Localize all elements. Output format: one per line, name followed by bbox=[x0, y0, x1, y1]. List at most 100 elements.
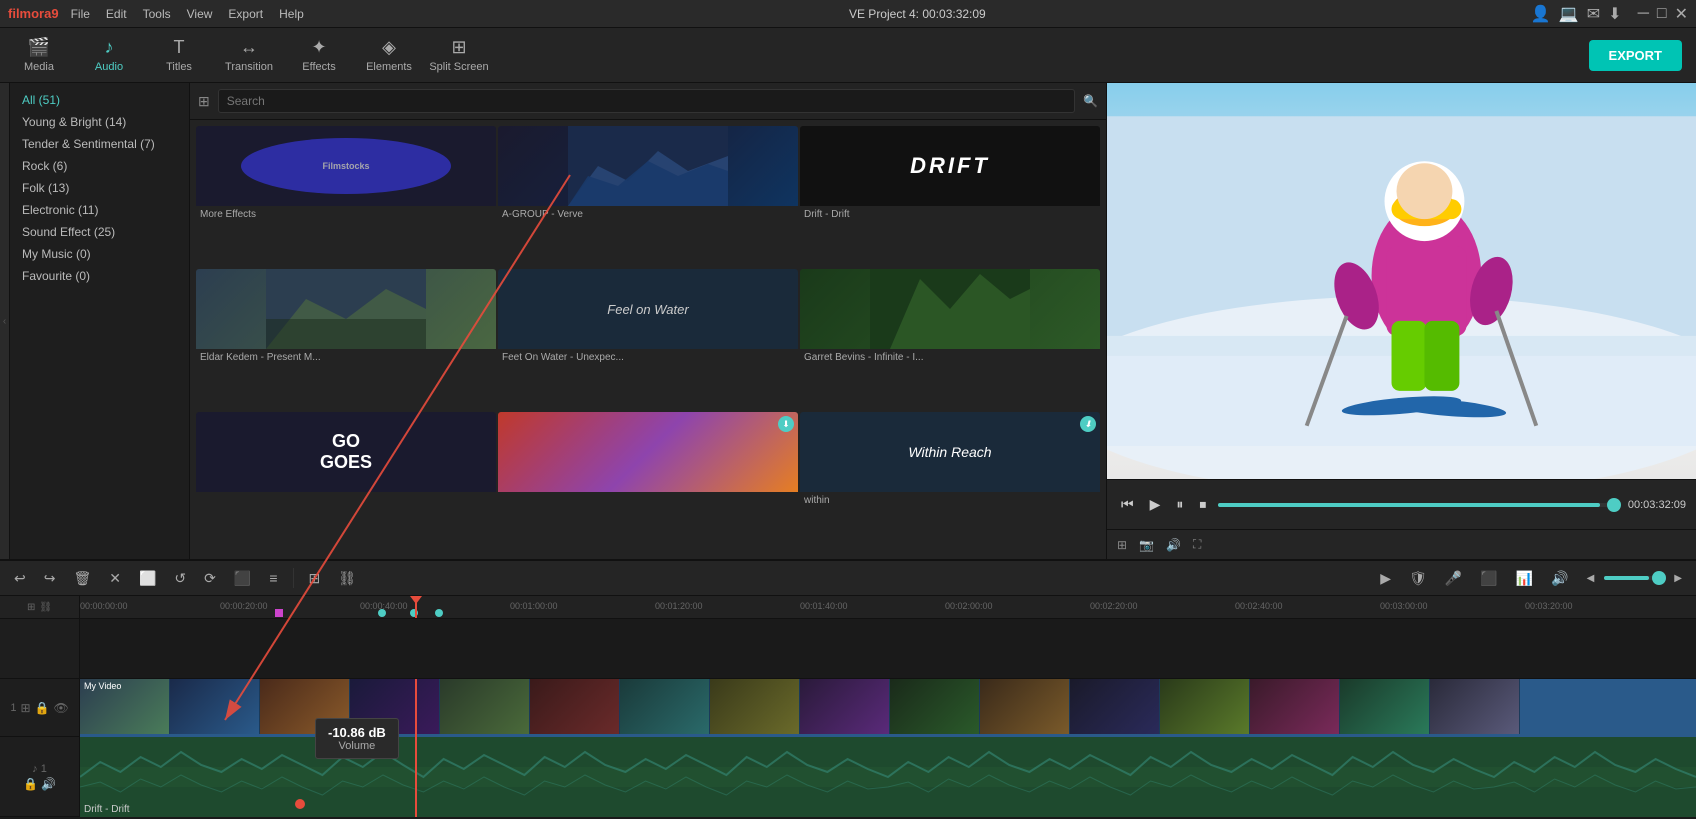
timeline-knob[interactable] bbox=[1607, 498, 1621, 512]
media-item-filmstocks[interactable]: Filmstocks More Effects bbox=[196, 126, 496, 267]
media-item-eldar[interactable]: Eldar Kedem - Present M... bbox=[196, 269, 496, 410]
elements-icon: ◈ bbox=[382, 37, 396, 58]
crop-button[interactable]: ⬜ bbox=[133, 566, 162, 591]
undo-button[interactable]: ↩ bbox=[8, 566, 32, 591]
snap-button[interactable]: ⊞ bbox=[303, 566, 327, 591]
stop-button[interactable]: ⏹ bbox=[1195, 492, 1210, 517]
tool-transition[interactable]: ↔ Transition bbox=[214, 30, 284, 80]
export-button[interactable]: EXPORT bbox=[1589, 40, 1682, 71]
record-button[interactable]: ▶ bbox=[1374, 566, 1397, 591]
delete-button[interactable]: 🗑 bbox=[67, 566, 97, 591]
volume-marker[interactable] bbox=[295, 799, 305, 809]
download-icon[interactable]: ⬇ bbox=[1608, 4, 1621, 24]
link-track-icon[interactable]: ⛓ bbox=[39, 602, 52, 613]
audio-track-number: ♪ 1 bbox=[32, 763, 47, 775]
menu-file[interactable]: File bbox=[71, 7, 90, 21]
main-content: ‹ All (51) Young & Bright (14) Tender & … bbox=[0, 83, 1696, 559]
sidebar-item-soundeffect[interactable]: Sound Effect (25) bbox=[10, 221, 189, 243]
mail-icon[interactable]: ✉ bbox=[1587, 4, 1600, 24]
ruler-left-spacer: ⊞ ⛓ bbox=[0, 596, 80, 618]
color-button[interactable]: ⬛ bbox=[228, 566, 257, 591]
chart-button[interactable]: 📊 bbox=[1510, 566, 1539, 591]
search-icon[interactable]: 🔍 bbox=[1083, 94, 1098, 108]
shield-button[interactable]: 🛡 bbox=[1403, 566, 1433, 591]
media-item-pink[interactable]: ⬇ bbox=[498, 412, 798, 553]
link-button[interactable]: ⛓ bbox=[332, 566, 362, 591]
sidebar-item-tender[interactable]: Tender & Sentimental (7) bbox=[10, 133, 189, 155]
media-item-drift[interactable]: DRIFT Drift - Drift bbox=[800, 126, 1100, 267]
tool-media[interactable]: 🎬 Media bbox=[4, 30, 74, 80]
sidebar-item-folk[interactable]: Folk (13) bbox=[10, 177, 189, 199]
keyframe-button[interactable]: ⬛ bbox=[1474, 566, 1503, 591]
search-input[interactable] bbox=[218, 89, 1075, 113]
audio-track-lock-icon[interactable]: 🔒 bbox=[23, 777, 38, 791]
tool-audio[interactable]: ♪ Audio bbox=[74, 30, 144, 80]
maximize-btn[interactable]: □ bbox=[1657, 5, 1667, 23]
menu-tools[interactable]: Tools bbox=[143, 7, 171, 21]
media-item-garret[interactable]: Garret Bevins - Infinite - I... bbox=[800, 269, 1100, 410]
video-track-lock-icon[interactable]: 🔒 bbox=[35, 701, 50, 715]
title-center: VE Project 4: 00:03:32:09 bbox=[849, 7, 986, 21]
adjust-button[interactable]: ≡ bbox=[263, 566, 283, 590]
tool-media-label: Media bbox=[24, 61, 54, 73]
user-icon[interactable]: 👤 bbox=[1531, 4, 1551, 24]
tl-right-tools: ▶ 🛡 🎤 ⬛ 📊 🔊 ◀ ▶ bbox=[1374, 566, 1688, 591]
vol-up-btn[interactable]: ▶ bbox=[1668, 569, 1688, 588]
video-track-eye-icon[interactable]: 👁 bbox=[53, 701, 68, 715]
mic-button[interactable]: 🎤 bbox=[1439, 566, 1468, 591]
media-label-goes bbox=[196, 492, 496, 498]
preview-bottom: ⊞ 📷 🔊 ⛶ bbox=[1107, 529, 1696, 559]
preview-icon-2[interactable]: 📷 bbox=[1139, 538, 1154, 552]
media-item-verve[interactable]: A-GROUP - Verve bbox=[498, 126, 798, 267]
tool-effects[interactable]: ✦ Effects bbox=[284, 30, 354, 80]
devices-icon[interactable]: 💻 bbox=[1559, 4, 1579, 24]
menu-export[interactable]: Export bbox=[228, 7, 263, 21]
playhead-line bbox=[415, 596, 417, 618]
goes-text-goes: GOES bbox=[320, 452, 372, 473]
close-btn[interactable]: ✕ bbox=[1675, 4, 1688, 24]
thumb-15 bbox=[1340, 679, 1430, 734]
sidebar-item-all[interactable]: All (51) bbox=[10, 89, 189, 111]
pause-button[interactable]: ⏸ bbox=[1172, 492, 1187, 517]
audio-track-vol-icon[interactable]: 🔊 bbox=[41, 777, 56, 791]
vol-down-btn[interactable]: ◀ bbox=[1581, 569, 1601, 588]
tool-titles[interactable]: T Titles bbox=[144, 30, 214, 80]
redo-button[interactable]: ↪ bbox=[38, 566, 62, 591]
media-item-within[interactable]: Within Reach ⬇ within bbox=[800, 412, 1100, 553]
volume-slider[interactable] bbox=[1604, 576, 1664, 580]
video-track-grid-icon[interactable]: ⊞ bbox=[20, 701, 30, 715]
sidebar-item-favourite[interactable]: Favourite (0) bbox=[10, 265, 189, 287]
menu-edit[interactable]: Edit bbox=[106, 7, 127, 21]
sidebar-item-rock[interactable]: Rock (6) bbox=[10, 155, 189, 177]
title-bar-menu: File Edit Tools View Export Help bbox=[71, 7, 304, 21]
tool-elements[interactable]: ◈ Elements bbox=[354, 30, 424, 80]
media-label-drift: Drift - Drift bbox=[800, 206, 1100, 223]
sidebar-item-electronic[interactable]: Electronic (11) bbox=[10, 199, 189, 221]
media-item-feet[interactable]: Feel on Water Feet On Water - Unexpec... bbox=[498, 269, 798, 410]
prev-frame-button[interactable]: ⏮ bbox=[1117, 492, 1138, 517]
collapse-handle[interactable]: ‹ bbox=[0, 83, 10, 559]
play-button[interactable]: ▶ bbox=[1146, 492, 1165, 517]
volume-button[interactable]: 🔊 bbox=[1545, 566, 1574, 591]
preview-time: 00:03:32:09 bbox=[1628, 499, 1686, 511]
grid-view-icon[interactable]: ⊞ bbox=[198, 93, 210, 110]
sidebar-item-mymusic[interactable]: My Music (0) bbox=[10, 243, 189, 265]
tool-splitscreen[interactable]: ⊞ Split Screen bbox=[424, 30, 494, 80]
preview-icon-1[interactable]: ⊞ bbox=[1117, 538, 1127, 552]
add-track-icon[interactable]: ⊞ bbox=[27, 602, 35, 613]
thumb-2 bbox=[170, 679, 260, 734]
speed-button[interactable]: ⟳ bbox=[198, 566, 222, 591]
preview-icon-3[interactable]: 🔊 bbox=[1166, 538, 1181, 552]
sidebar-item-young[interactable]: Young & Bright (14) bbox=[10, 111, 189, 133]
menu-help[interactable]: Help bbox=[279, 7, 304, 21]
preview-timeline-slider[interactable] bbox=[1218, 503, 1619, 507]
menu-view[interactable]: View bbox=[187, 7, 213, 21]
cut-button[interactable]: ✕ bbox=[103, 566, 127, 591]
media-item-goes[interactable]: GO GOES bbox=[196, 412, 496, 553]
minimize-btn[interactable]: ─ bbox=[1638, 5, 1649, 23]
tool-transition-label: Transition bbox=[225, 61, 273, 73]
volume-knob[interactable] bbox=[1652, 571, 1666, 585]
ruler-60: 00:01:00:00 bbox=[510, 601, 558, 611]
preview-icon-4[interactable]: ⛶ bbox=[1193, 537, 1201, 552]
rotate-button[interactable]: ↺ bbox=[168, 566, 192, 591]
